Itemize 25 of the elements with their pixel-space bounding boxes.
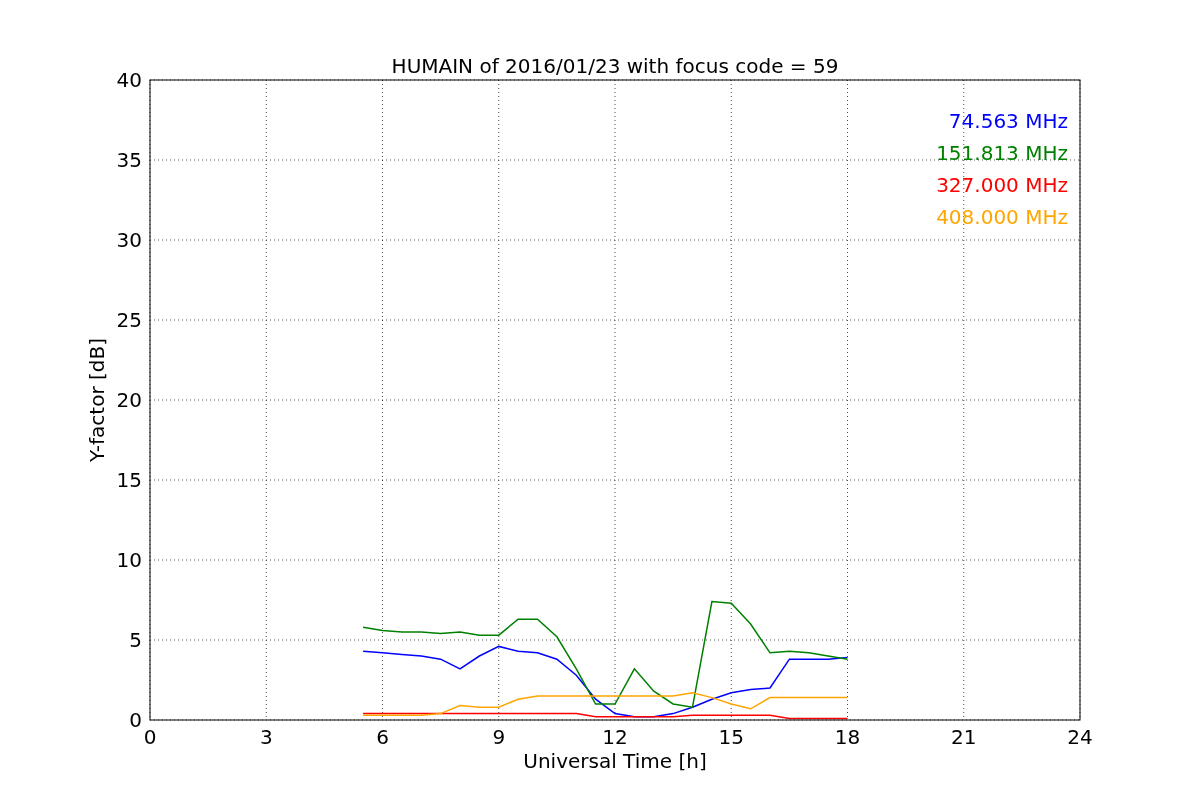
y-tick-label: 25	[116, 308, 142, 332]
x-tick-label: 12	[602, 725, 628, 749]
x-tick-label: 0	[143, 725, 157, 749]
legend-label: 408.000 MHz	[936, 205, 1068, 229]
x-tick-label: 24	[1067, 725, 1093, 749]
x-tick-label: 6	[376, 725, 389, 749]
y-tick-label: 30	[116, 228, 142, 252]
x-tick-label: 18	[834, 725, 861, 749]
x-tick-label: 9	[492, 725, 506, 749]
y-tick-label: 20	[116, 388, 142, 412]
y-tick-label: 35	[116, 148, 142, 172]
x-tick-label: 15	[718, 725, 744, 749]
x-axis-label: Universal Time [h]	[523, 749, 707, 773]
chart-title: HUMAIN of 2016/01/23 with focus code = 59	[391, 54, 839, 78]
x-tick-label: 21	[951, 725, 977, 749]
y-tick-label: 10	[116, 548, 142, 572]
y-tick-label: 40	[116, 68, 142, 92]
legend-label: 74.563 MHz	[948, 109, 1068, 133]
y-axis-label: Y-factor [dB]	[85, 338, 109, 462]
y-tick-label: 0	[129, 708, 142, 732]
y-tick-label: 15	[116, 468, 142, 492]
legend-label: 151.813 MHz	[936, 141, 1068, 165]
x-tick-label: 3	[259, 725, 273, 749]
y-tick-label: 5	[129, 628, 142, 652]
legend-label: 327.000 MHz	[936, 173, 1068, 197]
